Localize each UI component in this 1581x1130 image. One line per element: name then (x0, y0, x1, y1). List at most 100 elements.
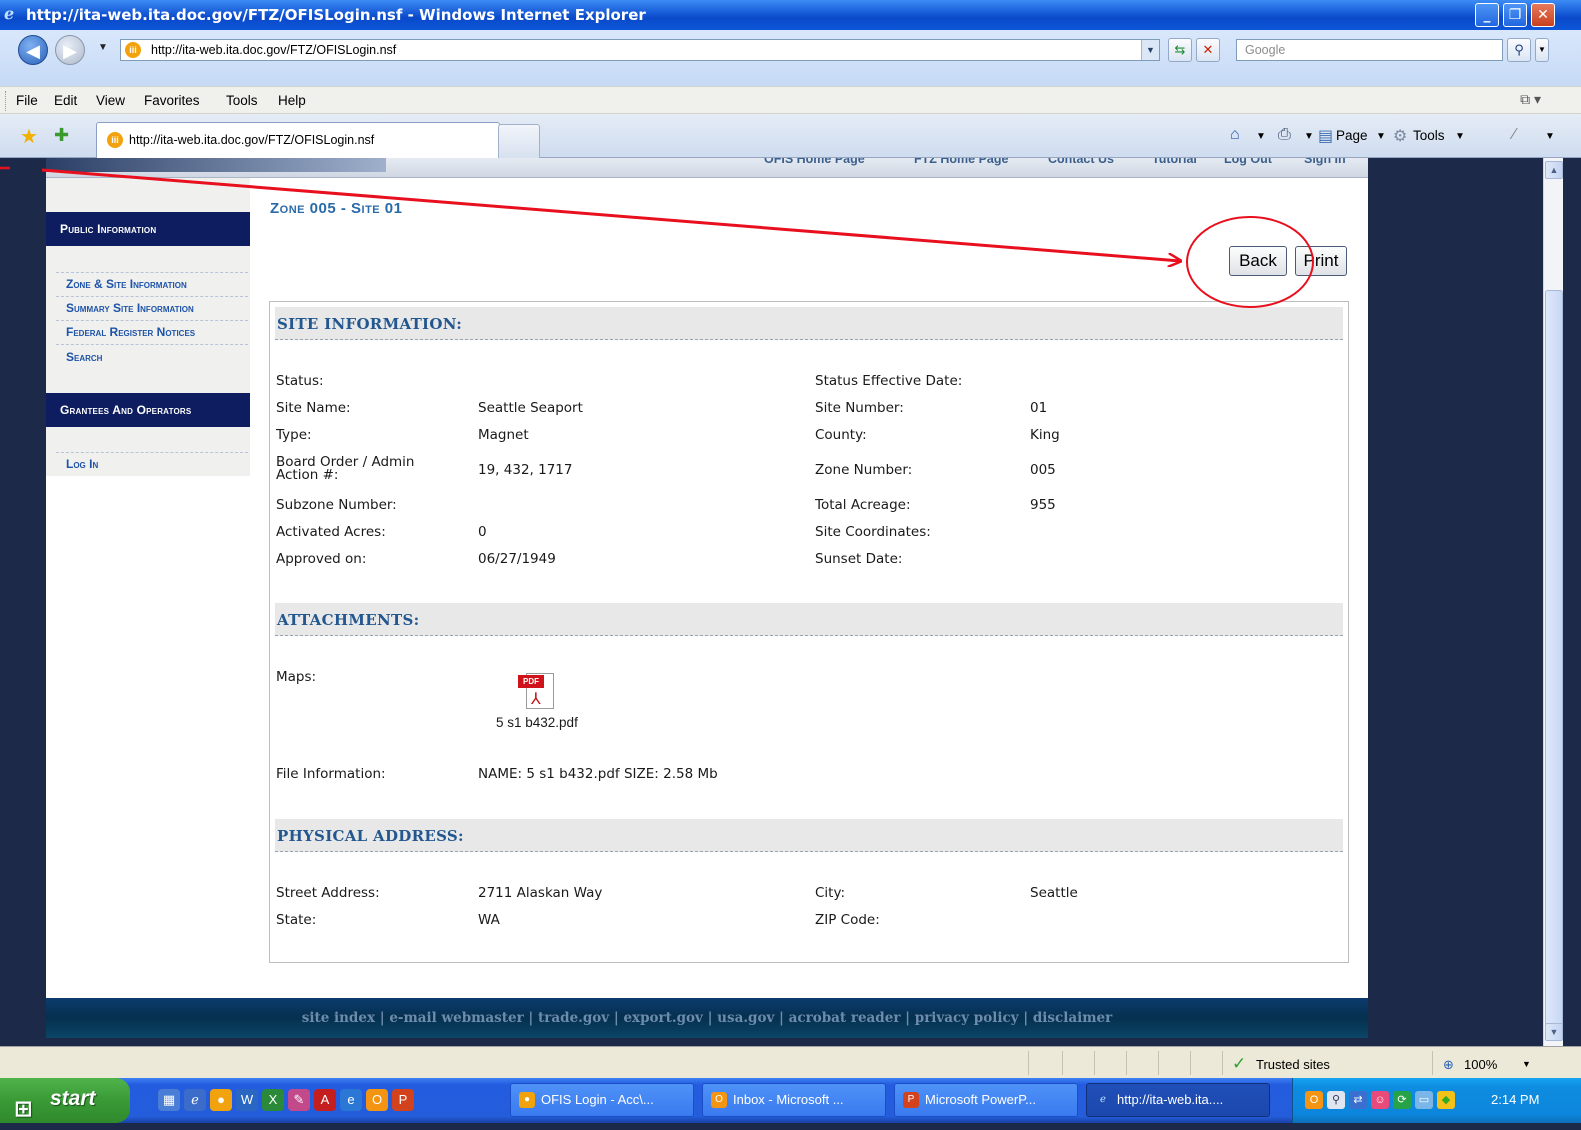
status-bar: ✓ Trusted sites ⊕ 100% ▼ (0, 1046, 1581, 1078)
site-coordinates-label: Site Coordinates: (815, 524, 931, 540)
excel-quicklaunch-icon[interactable]: X (262, 1089, 284, 1111)
forward-arrow-icon[interactable]: ▶ (55, 35, 85, 65)
status-divider (1062, 1051, 1063, 1075)
file-information-label: File Information: (276, 766, 386, 782)
outlook-quicklaunch-icon[interactable]: O (366, 1089, 388, 1111)
tray-outlook-icon[interactable]: O (1305, 1091, 1323, 1109)
powerpoint-quicklaunch-icon[interactable]: P (392, 1089, 414, 1111)
menu-file[interactable]: File (16, 93, 38, 108)
scroll-up-icon[interactable]: ▲ (1545, 161, 1563, 179)
scroll-down-icon[interactable]: ▼ (1545, 1023, 1563, 1041)
url-input[interactable]: iii http://ita-web.ita.doc.gov/FTZ/OFISL… (120, 39, 1160, 61)
web-page: OFIS Home Page FTZ Home Page Contact Us … (46, 158, 1368, 1038)
tab-active[interactable]: iii http://ita-web.ita.doc.gov/FTZ/OFISL… (96, 122, 500, 158)
back-button[interactable]: Back (1229, 246, 1287, 276)
tray-network-icon[interactable]: ⇄ (1349, 1091, 1367, 1109)
refresh-icon[interactable]: ⇆ (1168, 38, 1192, 62)
search-icon[interactable]: ⚲ (1507, 38, 1531, 62)
menu-help[interactable]: Help (278, 93, 306, 108)
close-button[interactable]: ✕ (1531, 3, 1555, 27)
minimize-button[interactable]: _ (1475, 3, 1499, 27)
start-button[interactable]: ⊞ start (0, 1078, 130, 1123)
sidebar-divider (56, 296, 248, 297)
nav-log-out[interactable]: Log Out (1224, 158, 1272, 166)
page-menu[interactable]: Page (1336, 128, 1368, 143)
attachments-heading: ATTACHMENTS: (277, 611, 420, 629)
search-options-icon[interactable]: ▼ (1535, 38, 1549, 62)
paint-quicklaunch-icon[interactable]: ✎ (288, 1089, 310, 1111)
restore-button[interactable]: ❐ (1503, 3, 1527, 27)
tray-messenger-icon[interactable]: ☺ (1371, 1091, 1389, 1109)
nav-tutorial[interactable]: Tutorial (1152, 158, 1197, 166)
tray-sync-icon[interactable]: ⟳ (1393, 1091, 1411, 1109)
history-dropdown-icon[interactable]: ▼ (98, 42, 108, 53)
task-ofis-login[interactable]: ● OFIS Login - Acc\... (510, 1083, 694, 1117)
page-footer: site index | e-mail webmaster | trade.go… (46, 998, 1368, 1038)
home-dropdown-icon[interactable]: ▼ (1256, 131, 1266, 142)
total-acreage-label: Total Acreage: (815, 497, 911, 513)
tray-search-icon[interactable]: ⚲ (1327, 1091, 1345, 1109)
search-input[interactable]: Google (1236, 39, 1503, 61)
ie-quicklaunch-icon[interactable]: ℯ (184, 1089, 206, 1111)
footer-links[interactable]: site index | e-mail webmaster | trade.go… (302, 1010, 1113, 1026)
page-title: Zone 005 - Site 01 (270, 200, 403, 217)
tray-display-icon[interactable]: ▭ (1415, 1091, 1433, 1109)
type-value: Magnet (478, 427, 529, 443)
pdf-file-link[interactable]: 5 s1 b432.pdf (496, 716, 578, 730)
zoom-dropdown-icon[interactable]: ▼ (1522, 1059, 1531, 1069)
status-label: Status: (276, 373, 324, 389)
url-dropdown-icon[interactable]: ▼ (1141, 40, 1159, 60)
board-order-label: Board Order / Admin Action #: (276, 454, 415, 483)
favorites-star-icon[interactable]: ★ (20, 124, 38, 149)
show-desktop-icon[interactable]: ▦ (158, 1089, 180, 1111)
research-dropdown-icon[interactable]: ▼ (1545, 131, 1555, 142)
links-icon[interactable]: ⧉ ▾ (1520, 91, 1541, 108)
task-inbox[interactable]: O Inbox - Microsoft ... (702, 1083, 886, 1117)
status-divider (1094, 1051, 1095, 1075)
menu-edit[interactable]: Edit (54, 93, 77, 108)
back-arrow-icon[interactable]: ◀ (18, 35, 48, 65)
home-icon[interactable]: ⌂ (1230, 126, 1240, 144)
sidebar-item-federal-register-notices[interactable]: Federal Register Notices (66, 325, 195, 339)
tray-security-icon[interactable]: ◆ (1437, 1091, 1455, 1109)
nav-sign-in[interactable]: Sign In (1304, 158, 1346, 166)
window-title: http://ita-web.ita.doc.gov/FTZ/OFISLogin… (26, 6, 646, 24)
grantees-operators-header[interactable]: Grantees And Operators (46, 393, 250, 427)
nav-ofis-home[interactable]: OFIS Home Page (764, 158, 865, 166)
activated-acres-label: Activated Acres: (276, 524, 386, 540)
nav-contact-us[interactable]: Contact Us (1048, 158, 1114, 166)
task-internet-explorer[interactable]: ℯ http://ita-web.ita.... (1086, 1083, 1270, 1117)
window-title-bar[interactable]: ℯ http://ita-web.ita.doc.gov/FTZ/OFISLog… (0, 0, 1581, 30)
zoom-level[interactable]: 100% (1464, 1057, 1497, 1072)
word-quicklaunch-icon[interactable]: W (236, 1089, 258, 1111)
sidebar-item-log-in[interactable]: Log In (66, 457, 98, 471)
stop-icon[interactable]: ✕ (1196, 38, 1220, 62)
page-dropdown-icon: ▼ (1376, 131, 1386, 142)
powerpoint-task-icon: P (903, 1092, 919, 1108)
print-icon[interactable]: ⎙ (1278, 126, 1291, 144)
task-powerpoint[interactable]: P Microsoft PowerP... (894, 1083, 1078, 1117)
subzone-number-label: Subzone Number: (276, 497, 397, 513)
print-button[interactable]: Print (1295, 246, 1347, 276)
acrobat-quicklaunch-icon[interactable]: A (314, 1089, 336, 1111)
vertical-scrollbar[interactable]: ▲ ▼ (1543, 158, 1563, 1046)
menu-tools[interactable]: Tools (226, 93, 258, 108)
nav-ftz-home[interactable]: FTZ Home Page (914, 158, 1008, 166)
print-dropdown-icon[interactable]: ▼ (1304, 131, 1314, 142)
new-tab-button[interactable] (498, 124, 540, 158)
menu-view[interactable]: View (96, 93, 125, 108)
sidebar-item-search[interactable]: Search (66, 350, 102, 364)
research-pen-icon[interactable]: ∕ (1513, 126, 1516, 144)
tools-menu[interactable]: Tools (1413, 128, 1445, 143)
add-favorite-icon[interactable]: ✚ (54, 125, 69, 146)
ie2-quicklaunch-icon[interactable]: e (340, 1089, 362, 1111)
pdf-file-icon[interactable]: PDF ⅄ (518, 671, 560, 711)
sidebar-item-summary-site-information[interactable]: Summary Site Information (66, 301, 194, 315)
ie-task-icon: ℯ (1100, 1094, 1106, 1105)
scroll-thumb[interactable] (1545, 290, 1563, 1030)
lotus-quicklaunch-icon[interactable]: ● (210, 1089, 232, 1111)
sidebar-item-zone-site-information[interactable]: Zone & Site Information (66, 277, 187, 291)
menu-favorites[interactable]: Favorites (144, 93, 200, 108)
clock[interactable]: 2:14 PM (1491, 1092, 1539, 1107)
security-zone[interactable]: Trusted sites (1256, 1057, 1330, 1072)
